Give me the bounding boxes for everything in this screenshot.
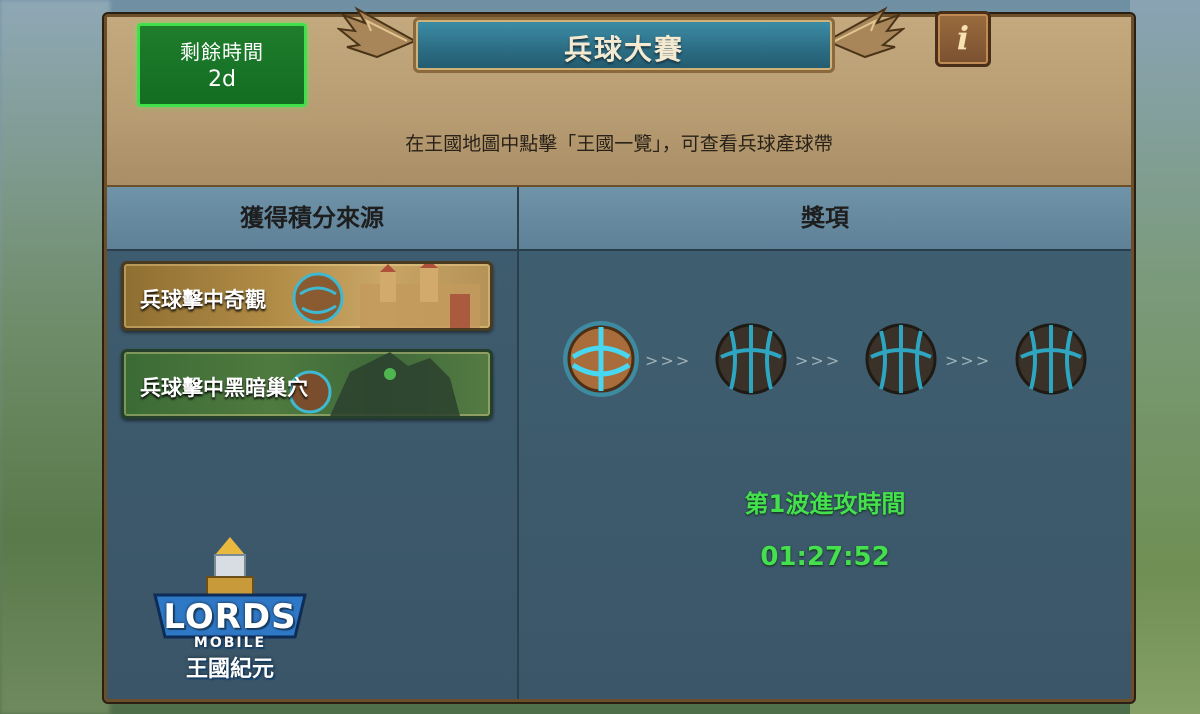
arrow-separator: >>> — [795, 351, 842, 370]
remaining-time-label: 剩餘時間 — [180, 40, 264, 64]
header-area: 剩餘時間 2d 兵球大賽 i 在王國地圖中點擊「王國一覽」，可查看兵球產球帶 — [107, 6, 1131, 187]
remaining-time-value: 2d — [208, 67, 236, 92]
source-hit-dark-nest-button[interactable]: 兵球擊中黑暗巢穴 — [121, 349, 493, 419]
points-source-panel: 獲得積分來源 兵球擊中奇觀 兵球擊中黑暗巢穴 LORDS MOBILE 王國紀元 — [107, 187, 519, 699]
background-right — [1130, 0, 1200, 714]
dark-ball-icon — [715, 323, 787, 395]
page-title: 兵球大賽 — [563, 33, 684, 66]
wave-attack-label: 第1波進攻時間 — [744, 490, 906, 518]
title-plate: 兵球大賽 — [413, 17, 835, 73]
points-source-header: 獲得積分來源 — [107, 187, 517, 251]
rewards-header: 獎項 — [519, 187, 1131, 251]
ball-slot-active[interactable] — [559, 317, 643, 401]
left-wing-icon — [337, 6, 417, 59]
source-hit-dark-nest-label: 兵球擊中黑暗巢穴 — [140, 376, 308, 400]
source-hit-wonder-button[interactable]: 兵球擊中奇觀 — [121, 261, 493, 331]
wave-countdown: 01:27:52 — [760, 542, 890, 572]
logo-line3: 王國紀元 — [185, 657, 274, 682]
orange-ball-icon — [563, 321, 639, 397]
info-icon: i — [956, 19, 970, 57]
dark-ball-icon — [1015, 323, 1087, 395]
game-logo: LORDS MOBILE 王國紀元 — [135, 537, 325, 682]
arrow-separator: >>> — [645, 351, 692, 370]
remaining-time-box: 剩餘時間 2d — [137, 23, 307, 107]
rewards-panel: 獎項 >>> >>> >>> 第1波進攻時間 01:27:52 — [519, 187, 1131, 699]
logo-line2: MOBILE — [193, 635, 267, 651]
background-left — [0, 0, 110, 714]
dark-ball-icon — [865, 323, 937, 395]
title-banner: 兵球大賽 — [337, 6, 905, 75]
ball-slot-locked[interactable] — [1009, 317, 1093, 401]
dark-nest-icon — [290, 352, 460, 416]
source-hit-wonder-label: 兵球擊中奇觀 — [140, 288, 266, 312]
event-window: 剩餘時間 2d 兵球大賽 i 在王國地圖中點擊「王國一覽」，可查看兵球產球帶 獲… — [104, 6, 1134, 702]
castle-icon — [292, 264, 480, 328]
arrow-separator: >>> — [945, 351, 992, 370]
reward-balls-row: >>> >>> >>> — [559, 317, 1099, 407]
info-button[interactable]: i — [935, 11, 991, 67]
ball-slot-locked[interactable] — [859, 317, 943, 401]
right-wing-icon — [825, 6, 905, 59]
hint-text: 在王國地圖中點擊「王國一覽」，可查看兵球產球帶 — [405, 133, 833, 155]
logo-line1: LORDS — [163, 597, 297, 637]
ball-slot-locked[interactable] — [709, 317, 793, 401]
